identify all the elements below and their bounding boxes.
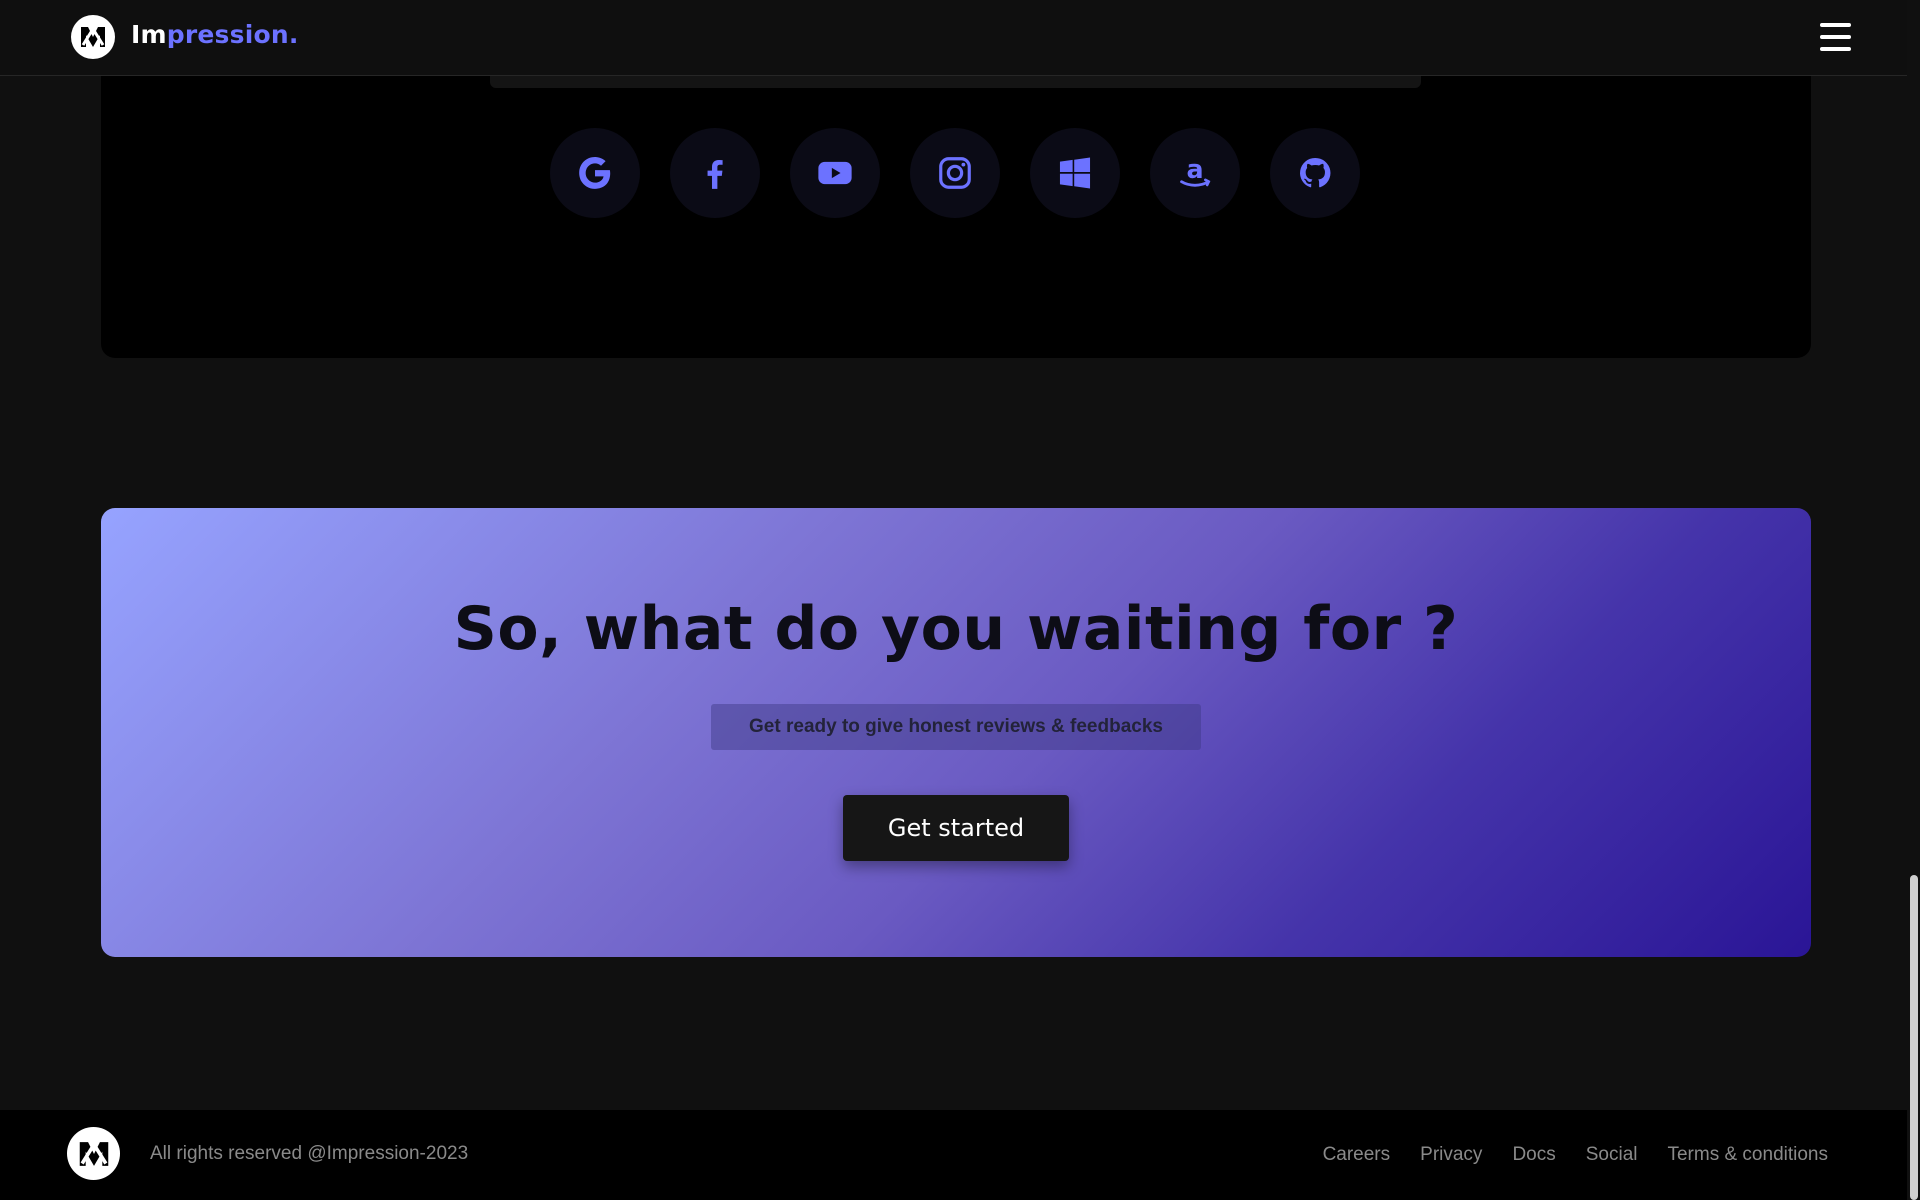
footer-link-docs[interactable]: Docs [1512, 1144, 1555, 1166]
brand-name[interactable]: Impression. [131, 20, 299, 49]
cta-banner: So, what do you waiting for ? Get ready … [101, 508, 1811, 957]
get-started-button[interactable]: Get started [843, 795, 1069, 861]
instagram-icon [939, 157, 971, 189]
footer-logo-icon[interactable] [67, 1127, 120, 1180]
footer-links: Careers Privacy Docs Social Terms & cond… [1323, 1144, 1828, 1166]
social-icons-row: a [550, 128, 1360, 218]
footer: All rights reserved @Impression-2023 Car… [0, 1110, 1907, 1200]
brand-part-2: pression. [166, 20, 299, 49]
facebook-icon [707, 160, 723, 189]
windows-icon [1059, 157, 1091, 189]
youtube-icon [818, 161, 852, 185]
top-navbar: Impression. [0, 0, 1907, 76]
github-icon [1300, 157, 1331, 188]
hamburger-menu-icon[interactable] [1820, 23, 1851, 51]
footer-link-social[interactable]: Social [1586, 1144, 1638, 1166]
amazon-button[interactable]: a [1150, 128, 1240, 218]
copyright-text: All rights reserved @Impression-2023 [150, 1143, 469, 1164]
cta-title: So, what do you waiting for ? [453, 594, 1459, 664]
footer-link-terms[interactable]: Terms & conditions [1667, 1144, 1828, 1166]
brand-part-1: Im [131, 20, 167, 49]
instagram-button[interactable] [910, 128, 1000, 218]
github-button[interactable] [1270, 128, 1360, 218]
google-button[interactable] [550, 128, 640, 218]
logo-m-glyph [81, 26, 105, 47]
cta-subtitle: Get ready to give honest reviews & feedb… [711, 704, 1201, 750]
google-icon [579, 156, 611, 189]
amazon-icon: a [1180, 154, 1211, 187]
facebook-button[interactable] [670, 128, 760, 218]
logo-icon[interactable] [71, 15, 115, 59]
youtube-button[interactable] [790, 128, 880, 218]
windows-button[interactable] [1030, 128, 1120, 218]
section-divider [490, 76, 1421, 88]
footer-link-careers[interactable]: Careers [1323, 1144, 1391, 1166]
svg-text:a: a [1186, 154, 1203, 184]
footer-logo-m-glyph [79, 1140, 108, 1166]
footer-link-privacy[interactable]: Privacy [1420, 1144, 1482, 1166]
scrollbar-thumb[interactable] [1910, 875, 1918, 1200]
